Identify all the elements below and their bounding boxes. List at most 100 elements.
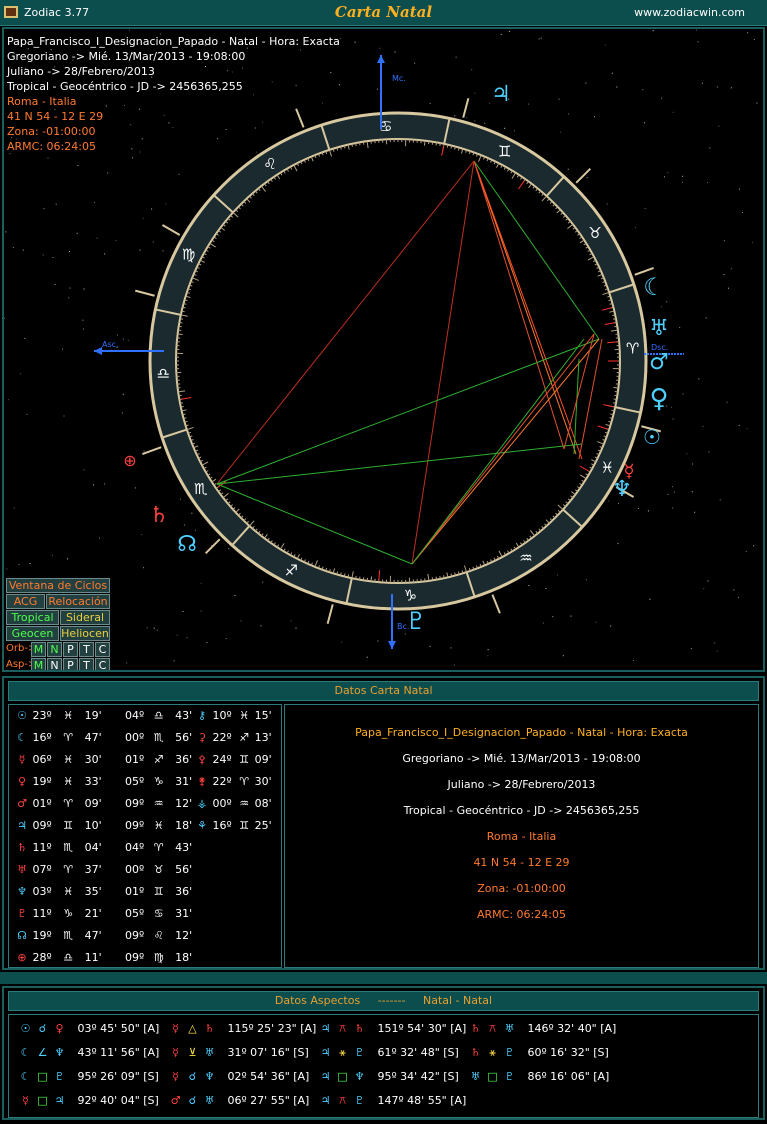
planet-sign-icon: ♈ (63, 863, 74, 876)
aspect-type-icon: ⚻ (338, 1022, 347, 1035)
planet-degree: 28º (29, 951, 56, 964)
orb-toggle-c[interactable]: C (95, 642, 110, 657)
aspect-planet2-icon: ♃ (54, 1094, 65, 1107)
asteroid-sign-icon: ♓ (239, 709, 250, 722)
house-degree: 09º (125, 929, 148, 942)
zodiac-sign-icon: ♏ (194, 480, 208, 498)
aspect-value: 147º 48' 55" [A] (374, 1094, 467, 1107)
planet-degree: 16º (29, 731, 56, 744)
aspect-row: ♃ ⚻ ♇ 147º 48' 55" [A] (317, 1093, 467, 1108)
asteroid-sign-icon: ♊ (239, 819, 250, 832)
house-sign-icon: ♈ (153, 841, 164, 854)
house-cusp-mark (204, 538, 221, 555)
planet-minutes: 10' (81, 819, 102, 832)
asp-toggle-t[interactable]: T (79, 658, 94, 670)
asp-toggle-c[interactable]: C (95, 658, 110, 670)
orb-toggle-p[interactable]: P (63, 642, 78, 657)
sideral-button[interactable]: Sideral (60, 610, 110, 625)
asteroid-row: ⚴ 24º ♊ 09' (195, 752, 272, 767)
asteroid-glyph-icon: ⚶ (197, 797, 207, 810)
planet-minutes: 35' (81, 885, 102, 898)
app-logo-icon (4, 6, 18, 18)
aspect-planet2-icon: ♅ (504, 1022, 515, 1035)
aspect-planet1-icon: ☿ (172, 1046, 179, 1059)
app-name-text: Zodiac 3.77 (24, 6, 90, 19)
house-row: 04º ♈ 43' (125, 840, 192, 855)
aspect-value: 03º 45' 50" [A] (74, 1022, 160, 1035)
asteroid-minutes: 25' (251, 819, 272, 832)
planet-row: ♂ 01º ♈ 09' (15, 796, 102, 811)
aspect-type-icon: ☌ (188, 1094, 197, 1107)
planet-sign-icon: ♎ (63, 951, 74, 964)
planet-sign-icon: ♓ (63, 709, 74, 722)
planet-glyph-icon: ♇ (17, 907, 27, 920)
planet-minutes: 04' (81, 841, 102, 854)
aspect-row: ♄ ⚻ ♅ 146º 32' 40" [A] (467, 1021, 617, 1036)
aspect-planet2-icon: ♇ (354, 1046, 365, 1059)
planet-minutes: 33' (81, 775, 102, 788)
planet-degree: 11º (29, 841, 56, 854)
geocen-button[interactable]: Geocen (6, 626, 59, 641)
asp-toggle-m[interactable]: M (31, 658, 46, 670)
tropical-button[interactable]: Tropical (6, 610, 59, 625)
house-sign-icon: ♍ (153, 951, 164, 964)
website-link[interactable]: www.zodiacwin.com (634, 6, 745, 19)
aspect-planet1-icon: ♃ (320, 1070, 331, 1083)
aspect-planet1-icon: ☉ (20, 1022, 31, 1035)
info-line-place: Roma - Italia (7, 95, 77, 108)
positions-box: ☉ 23º ♓ 19' ☾ 16º ♈ 47' ☿ 06º ♓ 30' ♀ 19º ♓… (8, 704, 282, 968)
asteroid-glyph-icon: ⚴ (197, 753, 207, 766)
info-line-tropical: Tropical - Geocéntrico - JD -> 2456365,2… (7, 80, 243, 93)
asteroid-sign-icon: ♈ (239, 775, 250, 788)
aspects-title-sep: ------- (377, 994, 406, 1007)
aspect-row: ☿ ⊻ ♅ 31º 07' 16" [S] (167, 1045, 309, 1060)
natal-panel-title: Datos Carta Natal (8, 681, 759, 701)
orb-toggle-t[interactable]: T (79, 642, 94, 657)
house-degree: 00º (125, 863, 148, 876)
aspect-type-icon: ⚻ (488, 1022, 497, 1035)
asp-toggle-p[interactable]: P (63, 658, 78, 670)
aspect-value: 31º 07' 16" [S] (224, 1046, 309, 1059)
aspect-type-icon: ⚹ (339, 1046, 346, 1059)
planet-glyph-icon: ☊ (17, 929, 27, 942)
house-cusp-mark (161, 224, 181, 236)
heliocen-button[interactable]: Heliocen (60, 626, 110, 641)
zodiac-sign-icon: ♓ (601, 459, 614, 477)
relocacion-button[interactable]: Relocación (46, 594, 110, 609)
planet-row: ☿ 06º ♓ 30' (15, 752, 102, 767)
orb-toggle-m[interactable]: M (31, 642, 46, 657)
aspect-row: ♄ ⚹ ♇ 60º 16' 32" [S] (467, 1045, 609, 1060)
aspect-planet1-icon: ☿ (22, 1094, 29, 1107)
chart-planet-icon: ♅ (649, 316, 669, 341)
house-minutes: 43' (171, 709, 193, 722)
aspect-row: ☿ □ ♃ 92º 40' 04" [S] (17, 1093, 159, 1108)
asteroid-sign-icon: ♒ (239, 797, 250, 810)
aspect-type-icon: □ (37, 1070, 48, 1083)
planet-row: ♄ 11º ♏ 04' (15, 840, 102, 855)
house-degree: 01º (125, 753, 148, 766)
asp-toggle-n[interactable]: N (47, 658, 62, 670)
ventana-ciclos-button[interactable]: Ventana de Ciclos (6, 578, 110, 593)
zodiac-sign-icon: ♈ (626, 340, 639, 358)
house-row: 04º ♎ 43' (125, 708, 192, 723)
aspect-row: ♃ □ ♆ 95º 34' 42" [S] (317, 1069, 459, 1084)
planet-glyph-icon: ♆ (17, 885, 27, 898)
aspect-row: ♂ ☌ ♅ 06º 27' 55" [A] (167, 1093, 310, 1108)
planet-glyph-icon: ♄ (17, 841, 27, 854)
chart-planet-icon: ♂ (649, 350, 669, 375)
aspect-value: 61º 32' 48" [S] (374, 1046, 459, 1059)
asteroid-row: ⚘ 16º ♊ 25' (195, 818, 272, 833)
planet-degree: 06º (29, 753, 56, 766)
chart-planet-icon: ♇ (405, 607, 427, 635)
orb-toggle-n[interactable]: N (47, 642, 62, 657)
house-cusp-mark (462, 98, 470, 118)
house-degree: 00º (125, 731, 148, 744)
acg-button[interactable]: ACG (6, 594, 45, 609)
aspect-type-icon: ⚻ (338, 1094, 347, 1107)
aspect-value: 06º 27' 55" [A] (224, 1094, 310, 1107)
house-sign-icon: ♑ (153, 775, 164, 788)
planet-row: ☊ 19º ♏ 47' (15, 928, 102, 943)
aspect-planet1-icon: ♄ (470, 1022, 481, 1035)
house-minutes: 12' (171, 797, 193, 810)
aspect-value: 92º 40' 04" [S] (74, 1094, 159, 1107)
